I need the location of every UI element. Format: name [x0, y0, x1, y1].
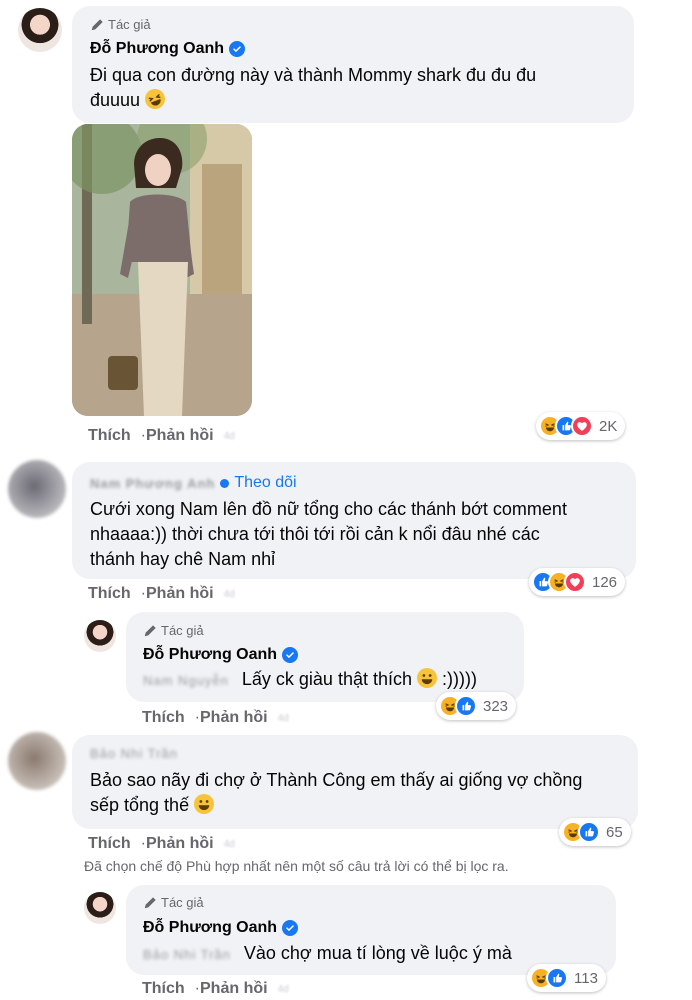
- author-tag-label: Tác giả: [161, 895, 204, 910]
- rofl-emoji-icon: [145, 89, 166, 109]
- reaction-count: 126: [592, 573, 618, 591]
- comment-photo[interactable]: [72, 124, 252, 416]
- timestamp[interactable]: 4d: [224, 839, 235, 850]
- comment-text: Đi qua con đường này và thành Mommy shar…: [90, 63, 536, 113]
- comment-text-line: nhaaaa:)) thời chưa tới thôi tới rồi cản…: [90, 524, 540, 544]
- like-reaction-icon: [455, 695, 477, 717]
- comment-text: Bảo sao nãy đi chợ ở Thành Công em thấy …: [90, 768, 582, 818]
- timestamp[interactable]: 4d: [278, 713, 289, 724]
- author-tag: Tác giả: [143, 895, 204, 910]
- avatar[interactable]: [8, 732, 66, 790]
- like-button[interactable]: Thích: [142, 980, 185, 998]
- comment-actions: Thích · Phản hồi 4d: [142, 980, 289, 998]
- avatar[interactable]: [84, 892, 116, 924]
- reaction-summary[interactable]: 126: [529, 568, 626, 596]
- author-name[interactable]: Đỗ Phương Oanh: [143, 646, 299, 664]
- like-reaction-icon: [578, 821, 600, 843]
- comment-actions: Thích · Phản hồi 4d: [88, 427, 235, 445]
- author-name-blurred[interactable]: Bảo Nhi Trần: [90, 746, 178, 761]
- timestamp[interactable]: 4d: [224, 431, 235, 442]
- author-tag: Tác giả: [90, 17, 151, 32]
- reply-button[interactable]: Phản hồi: [200, 980, 268, 998]
- like-button[interactable]: Thích: [88, 585, 131, 603]
- author-name-text[interactable]: Đỗ Phương Oanh: [143, 919, 277, 937]
- author-name-row: Bảo Nhi Trần: [90, 745, 178, 763]
- photo-image: [72, 124, 252, 416]
- comment-text-line: Lấy ck giàu thật thích: [241, 669, 412, 689]
- avatar[interactable]: [18, 8, 62, 52]
- pen-icon: [90, 18, 104, 32]
- reply-button[interactable]: Phản hồi: [146, 585, 214, 603]
- comment-text-line: Cưới xong Nam lên đồ nữ tổng cho các thá…: [90, 499, 567, 519]
- verified-badge-icon: [282, 920, 299, 936]
- comment-text-line: sếp tổng thế: [90, 795, 190, 815]
- reply-button[interactable]: Phản hồi: [146, 835, 214, 853]
- reaction-count: 2K: [599, 417, 618, 435]
- author-name[interactable]: Đỗ Phương Oanh: [143, 919, 299, 937]
- verified-badge-icon: [282, 647, 299, 663]
- author-tag-label: Tác giả: [108, 17, 151, 32]
- author-name-text[interactable]: Đỗ Phương Oanh: [90, 40, 224, 58]
- avatar[interactable]: [84, 620, 116, 652]
- comment-text: Bảo Nhi Trần Vào chợ mua tí lòng về luộc…: [143, 941, 512, 967]
- dot-icon: [220, 478, 230, 488]
- reaction-summary[interactable]: 2K: [536, 412, 626, 440]
- comment-text: Cưới xong Nam lên đồ nữ tổng cho các thá…: [90, 497, 567, 572]
- like-button[interactable]: Thích: [142, 709, 185, 727]
- timestamp[interactable]: 4d: [224, 589, 235, 600]
- pen-icon: [143, 896, 157, 910]
- author-name-blurred[interactable]: Nam Phương Anh: [90, 476, 215, 491]
- comment-text-line: thánh hay chê Nam nhỉ: [90, 549, 276, 569]
- author-name[interactable]: Đỗ Phương Oanh: [90, 40, 246, 58]
- filter-notice: Đã chọn chế độ Phù hợp nhất nên một số c…: [84, 858, 509, 874]
- comment-actions: Thích · Phản hồi 4d: [142, 709, 289, 727]
- comment-text-line: Vào chợ mua tí lòng về luộc ý mà: [243, 943, 512, 963]
- love-reaction-icon: [564, 571, 586, 593]
- like-reaction-icon: [546, 967, 568, 989]
- reaction-count: 113: [574, 969, 598, 987]
- avatar[interactable]: [8, 460, 66, 518]
- like-button[interactable]: Thích: [88, 427, 131, 445]
- author-tag: Tác giả: [143, 623, 204, 638]
- reaction-summary[interactable]: 65: [559, 818, 631, 846]
- mention-blurred[interactable]: Nam Nguyễn: [143, 668, 229, 693]
- verified-badge-icon: [229, 41, 246, 57]
- reaction-count: 323: [483, 697, 509, 715]
- author-name-text[interactable]: Đỗ Phương Oanh: [143, 646, 277, 664]
- follow-button[interactable]: Theo dõi: [234, 474, 296, 492]
- comment-text-line: Bảo sao nãy đi chợ ở Thành Công em thấy …: [90, 770, 583, 790]
- comment-text-suffix: :))))): [442, 669, 478, 689]
- grin-emoji-icon: [194, 794, 215, 814]
- grin-emoji-icon: [417, 668, 438, 688]
- timestamp[interactable]: 4d: [278, 984, 289, 995]
- comment-text-line: Đi qua con đường này và thành Mommy shar…: [90, 65, 537, 85]
- reply-button[interactable]: Phản hồi: [200, 709, 268, 727]
- reaction-count: 65: [606, 823, 623, 841]
- comment-text-line: đuuuu: [90, 90, 141, 110]
- comment-actions: Thích · Phản hồi 4d: [88, 835, 235, 853]
- mention-blurred[interactable]: Bảo Nhi Trần: [143, 942, 231, 967]
- author-name-row: Nam Phương Anh Theo dõi: [90, 474, 297, 492]
- comment-text: Nam Nguyễn Lấy ck giàu thật thích :))))): [143, 667, 477, 693]
- comment-actions: Thích · Phản hồi 4d: [88, 585, 235, 603]
- pen-icon: [143, 624, 157, 638]
- reply-button[interactable]: Phản hồi: [146, 427, 214, 445]
- like-button[interactable]: Thích: [88, 835, 131, 853]
- author-tag-label: Tác giả: [161, 623, 204, 638]
- reaction-summary[interactable]: 323: [436, 692, 517, 720]
- reaction-summary[interactable]: 113: [527, 964, 606, 992]
- love-reaction-icon: [571, 415, 593, 437]
